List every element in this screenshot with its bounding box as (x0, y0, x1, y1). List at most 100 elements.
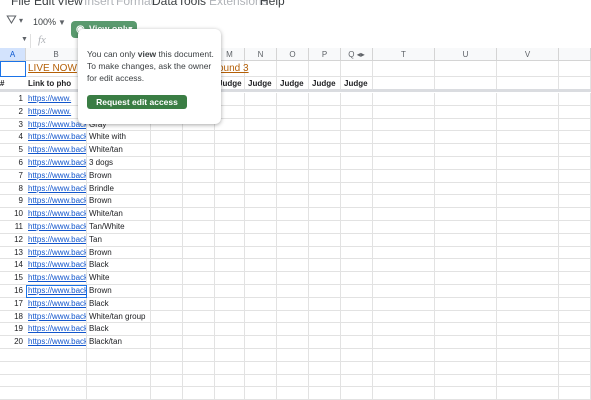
grid-cell[interactable] (151, 221, 183, 234)
grid-cell[interactable] (497, 157, 559, 170)
photo-link-cell[interactable]: https://www.back (26, 131, 87, 145)
grid-cell[interactable] (245, 233, 277, 247)
grid-cell[interactable] (245, 272, 277, 285)
column-header[interactable] (559, 48, 591, 61)
photo-link-cell[interactable]: https://www.back (26, 259, 87, 273)
grid-cell[interactable] (151, 310, 183, 324)
photo-link[interactable]: https://www.back (28, 260, 86, 269)
grid-cell[interactable] (277, 272, 309, 285)
row-number[interactable]: 6 (0, 157, 26, 170)
grid-cell[interactable] (309, 310, 341, 324)
row-number[interactable]: 17 (0, 297, 26, 311)
grid-cell[interactable] (245, 144, 277, 157)
grid-cell[interactable] (341, 144, 373, 157)
row-header[interactable] (0, 349, 26, 362)
grid-cell[interactable] (559, 361, 591, 375)
grid-cell[interactable] (245, 105, 277, 119)
grid-cell[interactable] (341, 157, 373, 170)
row-header[interactable] (0, 374, 26, 388)
grid-cell[interactable] (341, 195, 373, 209)
grid-cell[interactable] (277, 169, 309, 183)
grid-cell[interactable] (373, 157, 435, 170)
photo-link-cell[interactable]: https://www.back (26, 323, 87, 337)
color-cell[interactable]: Brown (87, 285, 151, 298)
grid-cell[interactable] (151, 157, 183, 170)
grid-cell[interactable] (559, 61, 591, 77)
grid-cell[interactable] (373, 93, 435, 106)
grid-cell[interactable] (559, 93, 591, 106)
grid-cell[interactable] (559, 195, 591, 209)
grid-cell[interactable] (497, 374, 559, 388)
grid-cell[interactable] (497, 61, 559, 77)
grid-cell[interactable] (215, 387, 245, 400)
grid-cell[interactable] (309, 131, 341, 145)
grid-cell[interactable] (559, 118, 591, 132)
grid-cell[interactable] (341, 310, 373, 324)
grid-cell[interactable] (341, 285, 373, 298)
grid-cell[interactable] (183, 361, 215, 375)
grid-cell[interactable] (277, 157, 309, 170)
grid-cell[interactable] (435, 297, 497, 311)
grid-cell[interactable] (151, 259, 183, 273)
grid-cell[interactable] (183, 195, 215, 209)
photo-link[interactable]: https://www.back (28, 235, 86, 244)
grid-cell[interactable] (497, 131, 559, 145)
grid-cell[interactable] (151, 208, 183, 221)
zoom-select[interactable]: 100% (33, 17, 56, 27)
grid-cell[interactable] (245, 259, 277, 273)
column-header-q[interactable]: Q ◂▸ (341, 48, 373, 61)
grid-cell[interactable] (277, 323, 309, 337)
grid-cell[interactable] (373, 310, 435, 324)
photo-link[interactable]: https://www.back (28, 337, 86, 346)
grid-cell[interactable] (309, 323, 341, 337)
grid-cell[interactable] (341, 169, 373, 183)
menu-help[interactable]: Help (260, 0, 285, 8)
grid-cell[interactable] (373, 361, 435, 375)
grid-cell[interactable] (26, 374, 87, 388)
grid-cell[interactable] (309, 374, 341, 388)
photo-link[interactable]: https://www.back (28, 132, 86, 141)
grid-cell[interactable] (151, 361, 183, 375)
grid-cell[interactable] (151, 323, 183, 337)
row-header[interactable] (0, 361, 26, 375)
row-number[interactable]: 14 (0, 259, 26, 273)
grid-cell[interactable] (559, 208, 591, 221)
row-number[interactable]: 18 (0, 310, 26, 324)
photo-link[interactable]: https://www.back (28, 286, 86, 295)
grid-cell[interactable] (245, 387, 277, 400)
grid-cell[interactable] (341, 118, 373, 132)
grid-cell[interactable] (559, 157, 591, 170)
grid-cell[interactable] (183, 285, 215, 298)
grid-cell[interactable] (151, 233, 183, 247)
grid-cell[interactable] (373, 131, 435, 145)
grid-cell[interactable] (183, 297, 215, 311)
grid-cell[interactable] (245, 323, 277, 337)
photo-link-cell[interactable]: https://www.back (26, 285, 87, 298)
grid-cell[interactable] (373, 118, 435, 132)
grid-cell[interactable] (87, 349, 151, 362)
column-header-v[interactable]: V (497, 48, 559, 61)
grid-cell[interactable] (245, 208, 277, 221)
grid-cell[interactable] (277, 131, 309, 145)
grid-cell[interactable] (341, 221, 373, 234)
grid-cell[interactable] (309, 221, 341, 234)
grid-cell[interactable] (341, 233, 373, 247)
grid-cell[interactable] (435, 169, 497, 183)
grid-cell[interactable] (151, 144, 183, 157)
grid-cell[interactable] (559, 105, 591, 119)
grid-cell[interactable] (183, 387, 215, 400)
grid-cell[interactable] (245, 297, 277, 311)
grid-cell[interactable] (341, 272, 373, 285)
row-number[interactable]: 8 (0, 182, 26, 196)
grid-cell[interactable] (245, 285, 277, 298)
grid-cell[interactable] (277, 118, 309, 132)
grid-cell[interactable] (309, 297, 341, 311)
grid-cell[interactable] (183, 182, 215, 196)
grid-cell[interactable] (435, 233, 497, 247)
grid-cell[interactable] (435, 131, 497, 145)
grid-cell[interactable] (309, 387, 341, 400)
row-number[interactable]: 1 (0, 93, 26, 106)
grid-cell[interactable] (309, 93, 341, 106)
grid-cell[interactable] (87, 374, 151, 388)
grid-cell[interactable] (341, 182, 373, 196)
